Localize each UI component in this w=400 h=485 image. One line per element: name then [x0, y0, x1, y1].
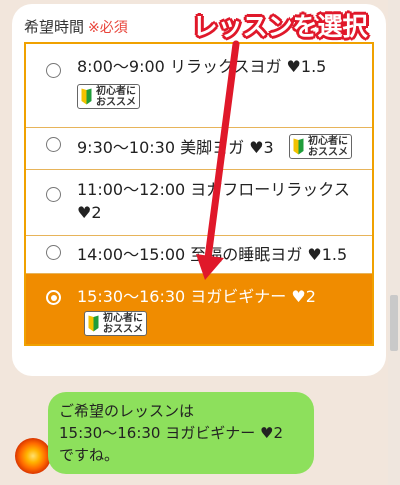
scrollbar-thumb[interactable]: [390, 295, 398, 351]
sun-avatar-icon: [15, 438, 51, 474]
reply-line-3: ですね。: [59, 446, 120, 464]
reply-line-1: ご希望のレッスンは: [59, 402, 195, 420]
reply-bubble: ご希望のレッスンは 15:30〜16:30 ヨガビギナー ♥2 ですね。: [48, 392, 314, 474]
annotation-callout: レッスンを選択: [192, 12, 368, 41]
scrollbar[interactable]: [388, 0, 400, 485]
reply-line-2: 15:30〜16:30 ヨガビギナー ♥2: [59, 424, 283, 442]
